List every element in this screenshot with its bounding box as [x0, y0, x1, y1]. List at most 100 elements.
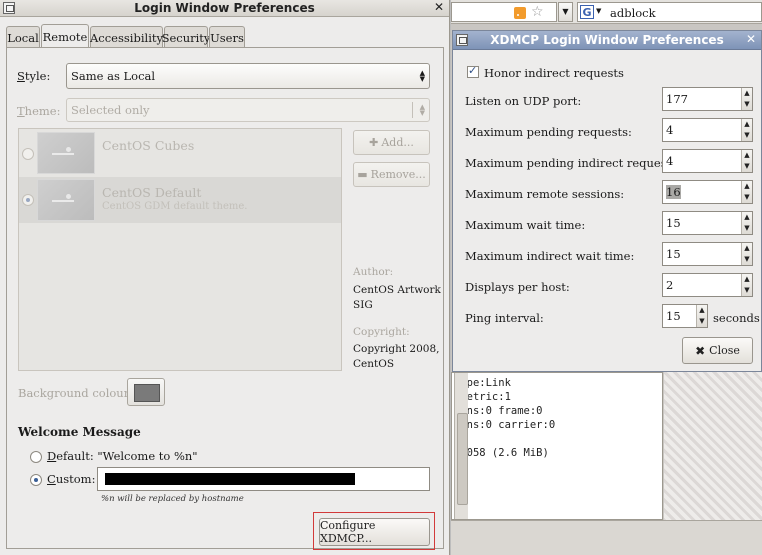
minus-icon: ▬ [357, 168, 368, 181]
spin-down-icon: ▼ [744, 162, 750, 170]
xdmcp-titlebar[interactable]: XDMCP Login Window Preferences ✕ [453, 31, 761, 50]
custom-welcome-radio[interactable] [30, 474, 42, 486]
tab-security[interactable]: Security [162, 26, 210, 48]
spin-up-icon: ▲ [744, 182, 750, 190]
udp-port-label: Listen on UDP port: [465, 94, 582, 108]
theme-name: CentOS Cubes [102, 138, 195, 153]
style-label: Style: [17, 69, 51, 83]
custom-welcome-label: Custom: [47, 472, 96, 486]
ping-unit-label: seconds [713, 311, 760, 325]
add-theme-button[interactable]: ✚ Add... [353, 130, 430, 155]
redacted-text [105, 473, 355, 485]
combo-arrows-icon: ▲ ▼ [419, 103, 425, 117]
spin-up-icon: ▲ [744, 89, 750, 97]
author-value-2: SIG [353, 299, 373, 311]
copyright-value-1: Copyright 2008, [353, 343, 440, 355]
theme-thumbnail [37, 179, 95, 221]
desktop-background [664, 362, 762, 522]
close-button[interactable]: ✖ Close [682, 337, 753, 364]
spin-down-icon: ▼ [744, 131, 750, 139]
theme-item-default[interactable]: CentOS Default CentOS GDM default theme. [19, 177, 341, 223]
terminal-output: cope:Link Metric:1 runs:0 frame:0 runs:0… [451, 372, 663, 520]
left-titlebar[interactable]: Login Window Preferences ✕ [0, 0, 449, 17]
google-icon[interactable]: G [580, 5, 594, 19]
close-x-icon: ✖ [695, 343, 706, 358]
window-title: Login Window Preferences [134, 1, 315, 15]
spin-up-icon: ▲ [744, 275, 750, 283]
theme-list[interactable]: CentOS Cubes CentOS Default CentOS GDM d… [18, 128, 342, 371]
rss-icon[interactable] [514, 7, 526, 19]
terminal-line: runs:0 carrier:0 [454, 419, 556, 431]
background-colour-button[interactable] [127, 378, 165, 406]
hostname-hint: %n will be replaced by hostname [101, 494, 244, 504]
url-dropdown-button[interactable]: ▼ [558, 2, 573, 22]
max-pending-indirect-spinner[interactable]: 4 ▲ ▼ [662, 149, 753, 173]
status-bar [451, 520, 762, 555]
copyright-label: Copyright: [353, 326, 410, 338]
author-label: Author: [353, 266, 394, 278]
spin-down-icon: ▼ [744, 224, 750, 232]
max-pending-indirect-label: Maximum pending indirect requests: [465, 156, 682, 170]
theme-item-cubes[interactable]: CentOS Cubes [19, 130, 341, 176]
remove-theme-button[interactable]: ▬ Remove... [353, 162, 430, 187]
theme-radio-cubes[interactable] [22, 148, 34, 160]
spin-up-icon: ▲ [744, 120, 750, 128]
spin-down-icon: ▼ [744, 193, 750, 201]
terminal-line: 54058 (2.6 MiB) [454, 447, 549, 459]
ping-interval-spinner[interactable]: 15 ▲ ▼ [662, 304, 708, 328]
ping-interval-label: Ping interval: [465, 311, 544, 325]
theme-select[interactable]: Selected only ▲ ▼ [66, 98, 430, 122]
search-text: adblock [610, 6, 656, 20]
max-indirect-wait-spinner[interactable]: 15 ▲ ▼ [662, 242, 753, 266]
combo-arrows-icon: ▲ ▼ [419, 69, 425, 83]
chevron-down-icon[interactable]: ▼ [596, 7, 601, 15]
max-remote-sessions-spinner[interactable]: 16 ▲ ▼ [662, 180, 753, 204]
style-value: Same as Local [71, 69, 156, 83]
spin-up-icon: ▲ [744, 213, 750, 221]
highlight-box [313, 512, 435, 550]
theme-label: Theme: [17, 104, 61, 118]
theme-name: CentOS Default [102, 185, 202, 200]
max-pending-label: Maximum pending requests: [465, 125, 632, 139]
max-remote-sessions-label: Maximum remote sessions: [465, 187, 625, 201]
spin-up-icon: ▲ [744, 151, 750, 159]
copyright-value-2: CentOS [353, 358, 395, 370]
max-indirect-wait-label: Maximum indirect wait time: [465, 249, 635, 263]
honor-indirect-checkbox[interactable] [467, 64, 479, 78]
theme-radio-default[interactable] [22, 194, 34, 206]
url-bar[interactable]: ☆ [451, 2, 557, 22]
spin-down-icon: ▼ [744, 100, 750, 108]
tab-local[interactable]: Local [6, 26, 40, 48]
tab-accessibility[interactable]: Accessibility [90, 26, 163, 48]
browser-toolbar: ☆ ▼ G ▼ adblock [451, 0, 762, 24]
search-input[interactable]: G ▼ adblock [577, 2, 762, 22]
spin-down-icon: ▼ [699, 317, 705, 325]
displays-per-host-label: Displays per host: [465, 280, 570, 294]
theme-description: CentOS GDM default theme. [102, 201, 248, 212]
honor-indirect-label: Honor indirect requests [484, 66, 624, 80]
theme-thumbnail [37, 132, 95, 174]
style-select[interactable]: Same as Local ▲ ▼ [66, 63, 430, 89]
max-wait-time-spinner[interactable]: 15 ▲ ▼ [662, 211, 753, 235]
xdmcp-preferences-dialog: XDMCP Login Window Preferences ✕ Honor i… [452, 30, 762, 372]
plus-icon: ✚ [369, 136, 379, 149]
udp-port-spinner[interactable]: 177 ▲ ▼ [662, 87, 753, 111]
dialog-title: XDMCP Login Window Preferences [490, 33, 724, 47]
spin-down-icon: ▼ [744, 255, 750, 263]
close-icon[interactable]: ✕ [744, 33, 758, 47]
close-icon[interactable]: ✕ [432, 1, 446, 15]
login-window-preferences: Login Window Preferences ✕ Local Remote … [0, 0, 450, 555]
tab-users[interactable]: Users [209, 26, 245, 48]
displays-per-host-spinner[interactable]: 2 ▲ ▼ [662, 273, 753, 297]
background-colour-label: Background colour: [18, 386, 134, 400]
tab-remote[interactable]: Remote [41, 24, 89, 48]
theme-value: Selected only [71, 103, 150, 117]
max-wait-time-label: Maximum wait time: [465, 218, 586, 232]
default-welcome-radio[interactable] [30, 451, 42, 463]
custom-welcome-input[interactable] [97, 467, 430, 491]
author-value-1: CentOS Artwork [353, 284, 441, 296]
max-pending-spinner[interactable]: 4 ▲ ▼ [662, 118, 753, 142]
terminal-scrollbar[interactable] [454, 373, 468, 519]
spin-down-icon: ▼ [744, 286, 750, 294]
bookmark-star-icon[interactable]: ☆ [531, 4, 544, 20]
